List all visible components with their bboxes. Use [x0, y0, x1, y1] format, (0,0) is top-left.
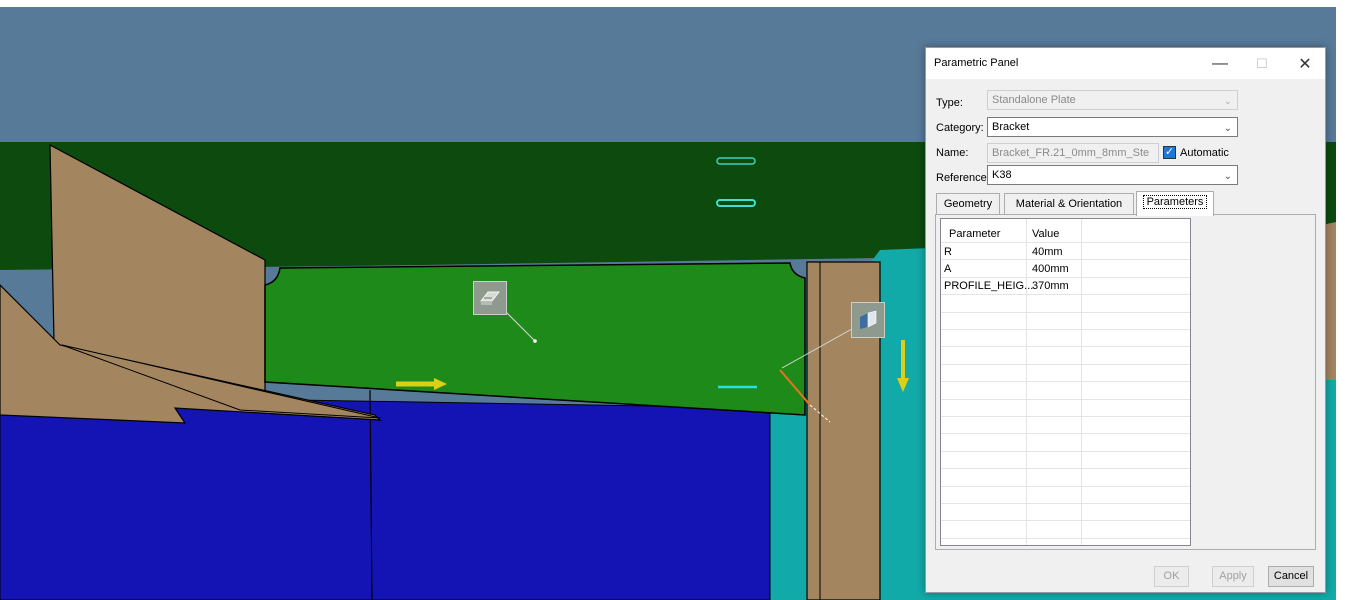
tab-geometry[interactable]: Geometry	[936, 193, 1000, 215]
dialog-title: Parametric Panel	[934, 57, 1019, 69]
name-label: Name:	[936, 147, 969, 159]
category-label: Category:	[936, 122, 984, 134]
tab-parameters[interactable]: Parameters	[1136, 191, 1214, 216]
parameters-panel: Parameter Value R 40mm A 400mm PROFILE_H…	[935, 214, 1316, 550]
blue-panel	[0, 394, 771, 600]
column-header-value[interactable]: Value	[1032, 228, 1059, 240]
reference-value: K38	[992, 169, 1012, 181]
chevron-down-icon: ⌄	[1223, 96, 1232, 107]
param-value-r[interactable]: 40mm	[1032, 246, 1063, 258]
parametric-panel-dialog: Parametric Panel — ☐ ✕ Type: Standalone …	[925, 47, 1326, 593]
maximize-icon[interactable]: ☐	[1244, 48, 1280, 79]
type-select[interactable]: Standalone Plate ⌄	[987, 90, 1238, 110]
close-icon[interactable]: ✕	[1287, 48, 1323, 79]
reference-select[interactable]: K38 ⌄	[987, 165, 1238, 185]
type-value: Standalone Plate	[992, 94, 1076, 106]
automatic-label: Automatic	[1180, 147, 1229, 159]
column-header-parameter[interactable]: Parameter	[949, 228, 1000, 240]
chevron-down-icon: ⌄	[1223, 123, 1232, 134]
bracket-handle-icon[interactable]	[473, 281, 507, 315]
type-label: Type:	[936, 97, 963, 109]
cancel-button[interactable]: Cancel	[1268, 566, 1314, 587]
profile-handle-icon[interactable]	[851, 302, 885, 338]
name-field[interactable]: Bracket_FR.21_0mm_8mm_Ste	[987, 143, 1159, 163]
param-value-a[interactable]: 400mm	[1032, 263, 1069, 275]
minimize-icon[interactable]: —	[1202, 48, 1238, 79]
category-select[interactable]: Bracket ⌄	[987, 117, 1238, 137]
dialog-titlebar[interactable]: Parametric Panel — ☐ ✕	[926, 48, 1325, 79]
automatic-checkbox[interactable]: ✓	[1163, 146, 1176, 159]
param-name-profile-height[interactable]: PROFILE_HEIG...	[944, 280, 1033, 292]
param-name-a[interactable]: A	[944, 263, 951, 275]
param-name-r[interactable]: R	[944, 246, 952, 258]
parameters-grid[interactable]: Parameter Value R 40mm A 400mm PROFILE_H…	[940, 218, 1191, 546]
category-value: Bracket	[992, 121, 1030, 133]
reference-label: Reference:	[936, 172, 990, 184]
ok-button[interactable]: OK	[1154, 566, 1189, 587]
apply-button[interactable]: Apply	[1212, 566, 1254, 587]
param-value-profile-height[interactable]: 370mm	[1032, 280, 1069, 292]
tab-material-orientation[interactable]: Material & Orientation	[1004, 193, 1134, 215]
chevron-down-icon: ⌄	[1223, 171, 1232, 182]
